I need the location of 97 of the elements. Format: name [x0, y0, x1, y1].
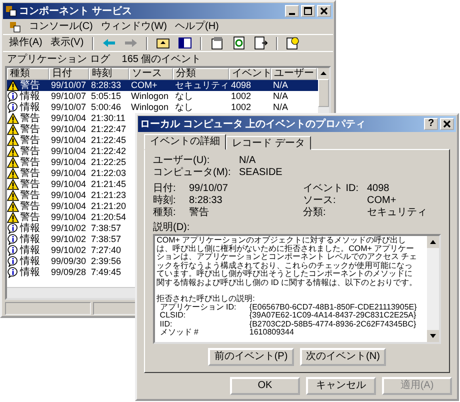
detail-value: {E06567B0-6CD7-48B1-850F-CDE21113905E}: [249, 304, 418, 312]
log-info: 165 個のイベント: [122, 54, 202, 64]
field-label: 分類:: [303, 206, 327, 218]
table-cell: 警告: [20, 146, 40, 157]
table-cell-text: 21:22:47: [90, 124, 128, 135]
table-cell-text: セキュリティ: [174, 80, 229, 91]
table-cell: 情報: [20, 245, 40, 256]
table-cell-text: 7:38:57: [90, 234, 122, 245]
table-cell-text: 99/10/04: [50, 212, 88, 223]
details-title: 拒否された呼び出しの説明:: [156, 295, 256, 304]
field-label: 時刻:: [153, 194, 177, 206]
table-cell-text: 7:27:40: [90, 245, 122, 256]
table-cell-text: 99/09/28: [50, 267, 88, 278]
table-cell-text: 99/10/02: [50, 223, 88, 234]
table-cell-text: なし: [174, 91, 194, 102]
table-cell-text: 99/10/04: [50, 179, 88, 190]
table-cell: 警告: [20, 113, 40, 124]
field-value: COM+: [367, 194, 398, 206]
field-value: SEASIDE: [239, 166, 284, 178]
table-cell: 警告: [20, 190, 40, 201]
table-cell: 警告: [20, 212, 40, 223]
table-cell-text: 99/10/02: [50, 234, 88, 245]
table-cell-text: 99/09/30: [50, 256, 88, 267]
field-label: ユーザー(U):: [153, 154, 211, 166]
table-cell-text: 99/10/04: [50, 146, 88, 157]
table-cell-text: Winlogon: [130, 102, 170, 113]
table-cell-text: 99/10/07: [50, 91, 88, 102]
detail-value: {B2703C2D-58B5-4774-8936-2C62F74345BC}: [249, 320, 418, 328]
table-cell-text: N/A: [272, 91, 290, 102]
table-cell-text: 99/10/02: [50, 245, 88, 256]
field-value: 警告: [189, 206, 210, 218]
table-cell-text: 99/10/04: [50, 168, 88, 179]
table-cell: 警告: [20, 168, 40, 179]
field-label: 説明(D):: [153, 222, 191, 233]
table-cell-text: 1002: [230, 91, 252, 102]
table-cell-text: 99/10/04: [50, 135, 88, 146]
table-cell: 警告: [20, 135, 40, 146]
table-cell-text: N/A: [272, 80, 290, 91]
table-cell-text: 21:21:20: [90, 201, 128, 212]
table-cell-text: 7:38:57: [90, 223, 122, 234]
table-cell: 情報: [20, 102, 40, 113]
table-cell-text: 2:39:56: [90, 256, 122, 267]
detail-label: メソッド #: [160, 328, 200, 338]
table-cell-text: 21:22:03: [90, 168, 128, 179]
description-text: COM+ アプリケーションのオブジェクトに対するメソッドの呼び出しは、呼び出し側に権利がないために拒否されました。COM+ アプリケーションは、アプリケーションとコンポーネント レベルでのアクセス チェックを行なうよう構成されており、これらのチェックが使用可能になっています。呼び出し側が呼び出そうとしたコンポーネントのメソッドに関する情報および呼び出し側の ID に関する情報は、以下のとおりです。: [156, 236, 418, 288]
table-cell: 警告: [20, 80, 40, 91]
table-cell-text: 99/10/04: [50, 201, 88, 212]
table-cell-text: Winlogon: [130, 91, 170, 102]
detail-label: IID:: [160, 320, 174, 329]
detail-value: {39A07E62-1C09-4A14-8437-29C831C2E25A}: [249, 312, 416, 320]
table-cell: 警告: [20, 201, 40, 212]
table-cell: 警告: [20, 157, 40, 168]
table-cell-text: 99/10/07: [50, 80, 88, 91]
window-title: コンポーネント サービス: [19, 4, 133, 18]
table-cell-text: N/A: [272, 102, 290, 113]
table-cell-text: 21:22:45: [90, 135, 128, 146]
detail-label: アプリケーション ID:: [160, 304, 238, 312]
table-cell: 情報: [20, 223, 40, 234]
table-cell-text: 4098: [230, 80, 252, 91]
table-cell: 情報: [20, 267, 40, 278]
field-value: N/A: [239, 154, 257, 166]
table-cell-text: なし: [174, 102, 194, 113]
detail-label: CLSID:: [160, 312, 187, 320]
field-value: 8:28:33: [189, 194, 224, 206]
field-label: 日付:: [153, 182, 177, 194]
table-cell-text: 21:21:23: [90, 190, 128, 201]
table-cell: 情報: [20, 256, 40, 267]
table-cell-text: 21:22:42: [90, 146, 128, 157]
table-cell-text: 21:30:11: [90, 113, 126, 124]
table-cell-text: 99/10/04: [50, 157, 88, 168]
table-cell-text: 99/10/04: [50, 113, 88, 124]
table-cell-text: 21:21:45: [90, 179, 128, 190]
table-cell-text: 1002: [230, 102, 252, 113]
table-cell-text: 21:22:25: [90, 157, 128, 168]
table-cell-text: 99/10/04: [50, 190, 88, 201]
field-value: 99/10/07: [189, 182, 229, 194]
table-cell-text: 7:49:45: [90, 267, 122, 278]
dialog-title: ローカル コンピュータ 上のイベントのプロパティ: [140, 117, 367, 131]
field-label: ソース:: [303, 194, 337, 206]
table-cell: 警告: [20, 124, 40, 135]
table-cell-text: COM+: [130, 80, 158, 91]
table-cell-text: 99/10/04: [50, 124, 88, 135]
table-cell-text: 8:28:33: [90, 80, 122, 91]
detail-value: 1610809344: [249, 328, 294, 338]
table-cell-text: 99/10/07: [50, 102, 88, 113]
table-cell: 警告: [20, 179, 40, 190]
field-label: イベント ID:: [303, 182, 360, 194]
field-value: 4098: [367, 182, 390, 194]
field-value: セキュリティ: [367, 206, 428, 218]
table-cell-text: 5:00:46: [90, 102, 122, 113]
table-cell-text: 5:05:15: [90, 91, 122, 102]
field-label: 種類:: [153, 206, 177, 218]
log-info: アプリケーション ログ: [7, 54, 110, 64]
field-label: コンピュータ(M):: [153, 166, 232, 178]
table-cell-text: 21:20:54: [90, 212, 128, 223]
table-cell: 情報: [20, 91, 40, 102]
table-cell: 情報: [20, 234, 40, 245]
